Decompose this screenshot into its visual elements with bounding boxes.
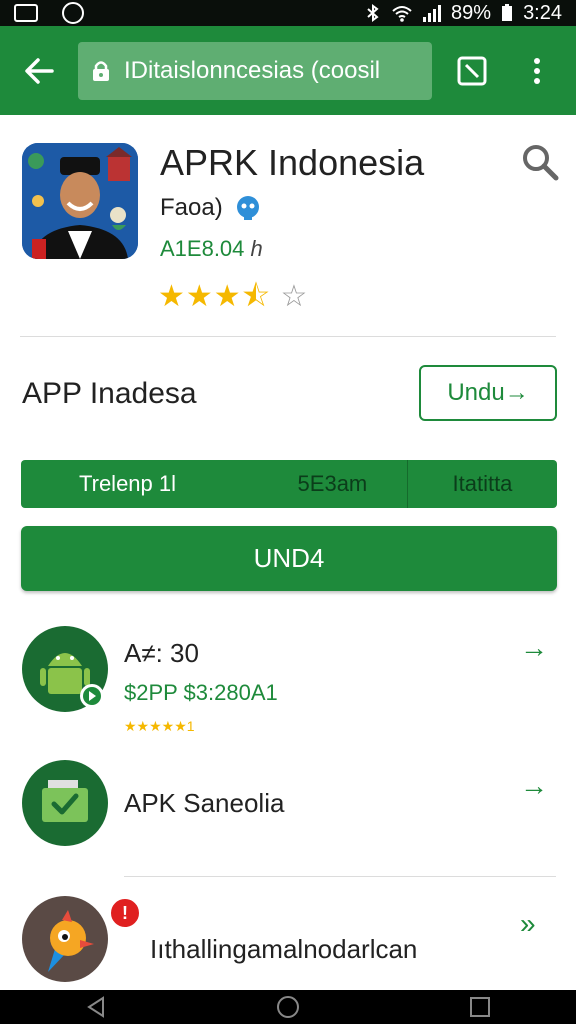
url-text: IDitaislonncesias (coosil xyxy=(124,56,381,84)
tab-2[interactable]: 5E3am xyxy=(258,460,407,508)
verified-badge-icon xyxy=(236,196,259,220)
app-icon-artwork xyxy=(22,143,138,259)
divider xyxy=(20,336,556,337)
bird-mascot-icon xyxy=(48,910,94,972)
system-nav-bar xyxy=(0,990,576,1024)
battery-percent: 89% xyxy=(451,1,492,24)
list-item-title: Iıthallingamalnodarlcan xyxy=(150,934,418,964)
checkmark-folder-icon xyxy=(42,780,88,822)
double-arrow-right-icon[interactable]: » xyxy=(520,908,536,940)
tabs-button[interactable] xyxy=(432,26,512,115)
app-meta: A1E8.04 h xyxy=(160,236,263,262)
tab-1[interactable]: Trelenp 1l xyxy=(21,460,258,508)
back-button[interactable] xyxy=(0,26,78,115)
tab-3[interactable]: Itatitta xyxy=(406,460,557,508)
check-folder-icon xyxy=(22,760,108,846)
status-bar: 89% 3:24 xyxy=(0,0,576,26)
developer-row: Faoa) xyxy=(160,194,261,222)
url-bar[interactable]: IDitaislonncesias (coosil xyxy=(78,41,432,100)
bird-icon xyxy=(22,896,108,982)
download-outline-button[interactable]: Undu→ xyxy=(419,365,557,421)
rating-filled-stars: ★★★⯪ xyxy=(158,280,272,313)
app-icon[interactable] xyxy=(22,143,138,259)
arrow-right-icon[interactable]: → xyxy=(520,632,548,664)
search-icon xyxy=(523,145,559,181)
section-title: APP Inadesa xyxy=(22,377,197,410)
gallery-notification-icon xyxy=(14,4,38,22)
clock-notification-icon xyxy=(62,2,84,24)
nav-back-icon[interactable] xyxy=(85,996,107,1018)
app-meta-value: A1E8.04 xyxy=(160,236,245,261)
list-item-title: APK Saneolia xyxy=(124,788,285,818)
rating-stars: ★★★⯪ ☆ xyxy=(158,274,308,325)
more-vert-icon xyxy=(534,57,540,84)
list-item-stars: ★★★★★1 xyxy=(124,718,195,734)
clock: 3:24 xyxy=(523,1,562,24)
battery-icon xyxy=(502,4,513,21)
arrow-left-icon xyxy=(25,57,54,84)
list-item-subtitle: $2PP $3:280A1 xyxy=(124,680,278,705)
notification-badge: ! xyxy=(108,896,142,930)
list-item-title: A≠: 30 xyxy=(124,638,199,668)
wifi-icon xyxy=(392,6,412,22)
arrow-right-icon[interactable]: → xyxy=(520,770,548,802)
lock-icon xyxy=(93,60,109,81)
tab-switcher-icon xyxy=(457,56,487,85)
app-meta-suffix: h xyxy=(250,236,263,261)
divider xyxy=(124,876,556,877)
nav-home-icon[interactable] xyxy=(276,995,300,1019)
signal-icon xyxy=(423,4,442,22)
search-button[interactable] xyxy=(520,142,560,182)
overflow-menu-button[interactable] xyxy=(512,26,562,115)
developer-name[interactable]: Faoa) xyxy=(160,194,223,222)
app-title: APRK Indonesia xyxy=(160,142,425,183)
browser-app-bar: IDitaislonncesias (coosil xyxy=(0,26,576,115)
tab-strip: Trelenp 1l 5E3am Itatitta xyxy=(21,460,557,508)
android-robot-icon xyxy=(40,653,104,708)
nav-recents-icon[interactable] xyxy=(469,996,491,1018)
bluetooth-icon xyxy=(367,4,379,22)
rating-empty-star: ☆ xyxy=(280,280,309,313)
primary-download-button[interactable]: UND4 xyxy=(21,526,557,591)
android-icon xyxy=(22,626,108,712)
